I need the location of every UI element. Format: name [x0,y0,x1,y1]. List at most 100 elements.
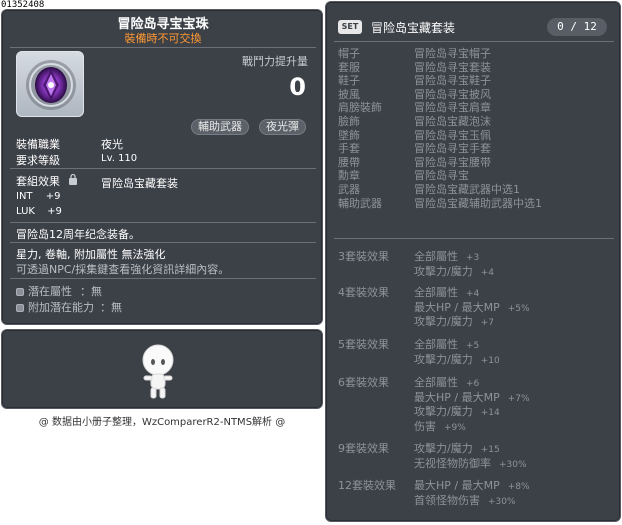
set-effect-stat: 攻擊力/魔力 [414,264,473,278]
potential-label: 潛在屬性 [28,285,72,298]
potential-bullet-icon [16,288,24,296]
set-piece-row: 肩膀裝飾 冒险岛寻宝肩章 [338,101,618,114]
set-effect-value: +6 [466,379,480,389]
character-avatar [142,344,174,399]
tag-weapon-type: 夜光彈 [259,119,306,135]
footer-credit: @ 数据由小册子整理，WzComparerR2-NTMS解析 @ [38,417,286,428]
set-piece-count: 0 / 12 [547,18,607,36]
set-piece-name: 冒险岛宝藏武器中选1 [414,183,520,196]
set-name: 冒险岛宝藏套装 [371,21,456,35]
set-piece-slot: 套服 [338,60,360,74]
set-effect-label: 套組效果 [16,175,60,188]
set-effect-stat: 攻擊力/魔力 [414,315,473,328]
set-piece-slot: 武器 [338,183,360,196]
set-effect-stat: 全部屬性 [414,376,458,389]
set-piece-slot: 腰帶 [338,155,360,169]
set-piece-row: 鞋子 冒险岛寻宝鞋子 [338,74,618,87]
set-effect-tier-label: 12套裝效果 [338,479,396,492]
additional-potential-bullet-icon [16,304,24,312]
set-piece-row: 臉飾 冒险岛宝藏泡沫 [338,115,618,128]
set-effect-line: 伤害 +9% [414,418,466,434]
set-piece-row: 手套 冒险岛寻宝手套 [338,142,618,155]
set-piece-name: 冒险岛宝藏泡沫 [414,115,491,128]
set-piece-name: 冒险岛寻宝腰带 [414,155,491,169]
set-effect-stat: 全部屬性 [414,250,458,263]
set-effect-stat: 最大HP / 最大MP [414,300,500,314]
set-effect-value: +14 [480,408,500,418]
set-effect-stat: 无视怪物防御率 [414,456,491,470]
set-piece-name: 冒险岛宝藏辅助武器中选1 [414,196,542,210]
set-piece-name: 冒险岛寻宝套装 [414,60,491,74]
set-effect-value: +7 [480,318,494,328]
lock-icon [69,173,77,185]
enhancement-restriction: 星力, 卷軸, 附加屬性 無法強化 [16,248,166,261]
tradability-note: 裝備時不可交換 [124,32,202,45]
set-piece-name: 冒险岛寻宝肩章 [414,101,491,115]
divider [10,222,316,223]
set-effect-value: +5 [466,341,480,351]
set-piece-row: 帽子 冒险岛寻宝帽子 [338,47,618,60]
set-effect-stat: 首领怪物伤害 [414,493,480,507]
set-piece-row: 披風 冒险岛寻宝披风 [338,88,618,101]
stat-int: INT +9 [16,191,60,202]
set-effect-stat: 全部屬性 [414,338,458,351]
tag-secondary-weapon: 輔助武器 [191,119,249,135]
set-piece-slot: 帽子 [338,47,360,60]
set-piece-name: 冒险岛寻宝玉佩 [414,128,491,142]
set-effect-value: +15 [480,445,500,455]
additional-potential-row: 附加潛在能力 ：無 [16,299,122,315]
set-effect-value: +30% [488,496,516,507]
character-preview [1,329,323,409]
job-value: 夜光 [101,138,123,151]
set-piece-slot: 肩膀裝飾 [338,101,382,115]
divider [10,168,316,169]
set-effect-value: +7% [507,393,530,404]
set-effect-value: +4 [466,289,480,299]
set-effect-stat: 最大HP / 最大MP [414,390,500,404]
additional-potential-label: 附加潛在能力 [28,301,94,314]
divider [10,47,316,48]
additional-potential-value: ：無 [100,301,122,314]
stat-int-value: +9 [45,191,61,202]
divider [10,242,316,243]
enhancement-hint: 可透過NPC/採集鍵查看強化資訊詳細內容。 [16,263,230,276]
set-effect-stat: 攻擊力/魔力 [414,442,473,455]
stat-luk: LUK +9 [16,206,62,217]
set-piece-name: 冒险岛寻宝鞋子 [414,74,491,88]
set-effect-line: 攻擊力/魔力 +7 [414,313,494,329]
set-effect-line: 首领怪物伤害 +30% [414,492,516,508]
stat-luk-name: LUK [16,206,35,217]
set-effect-value: +10 [480,355,500,366]
set-piece-row: 勳章 冒险岛寻宝 [338,169,618,182]
set-badge: SET [338,20,362,34]
set-effect-value: +8% [507,482,530,492]
set-piece-name: 冒险岛寻宝手套 [414,142,491,156]
set-piece-row: 腰帶 冒险岛寻宝腰带 [338,156,618,169]
job-label: 裝備職業 [16,138,60,151]
set-piece-row: 套服 冒险岛寻宝套装 [338,61,618,74]
combat-power-label: 戰鬥力提升量 [242,55,308,68]
set-effect-value: +5% [507,303,530,314]
set-piece-slot: 披風 [338,87,360,101]
level-value: Lv. 110 [101,153,138,164]
set-effect-value: +3 [466,253,480,263]
set-effect-tier-label: 9套裝效果 [338,442,389,455]
stat-int-name: INT [16,191,33,202]
set-piece-name: 冒险岛寻宝 [414,169,469,183]
set-effect-value: +9% [444,422,466,433]
set-effect-stat: 最大HP / 最大MP [414,479,500,492]
set-effect-stat: 全部屬性 [414,286,458,299]
set-piece-slot: 墜飾 [338,128,360,142]
set-effect-stat: 伤害 [414,419,436,433]
set-piece-slot: 鞋子 [338,74,360,88]
set-piece-row: 武器 冒险岛宝藏武器中选1 [338,183,618,196]
set-effect-value: +4 [480,267,494,278]
divider [10,278,316,279]
set-effect-value: +30% [499,459,527,470]
set-piece-name: 冒险岛寻宝帽子 [414,47,491,60]
set-piece-row: 墜飾 冒险岛寻宝玉佩 [338,129,618,142]
set-effect-stat: 攻擊力/魔力 [414,352,473,366]
set-piece-slot: 手套 [338,142,360,156]
set-effect-value: 冒险岛宝藏套装 [101,177,178,190]
set-effect-line: 攻擊力/魔力 +10 [414,351,500,367]
